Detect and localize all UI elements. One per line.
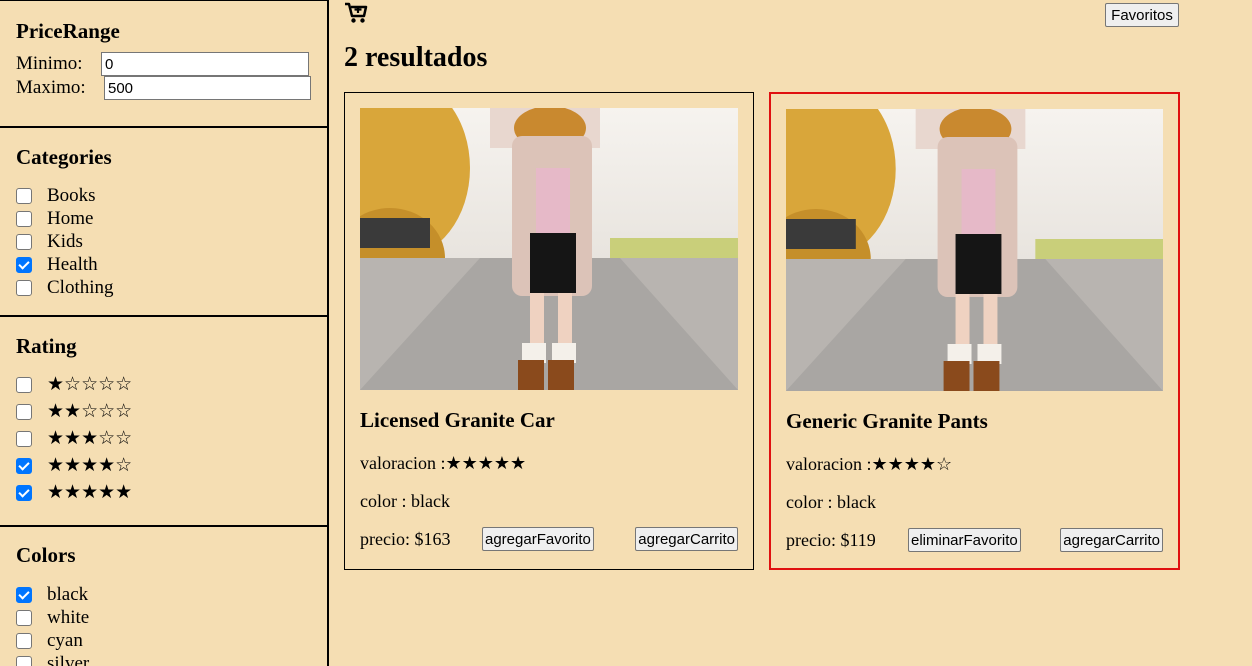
product-price: precio: $163 xyxy=(360,528,451,549)
max-price-row: Maximo: xyxy=(16,76,311,100)
product-color: color : black xyxy=(786,492,876,512)
color-item: white xyxy=(16,606,311,629)
colors-section: Colors black white cyan silver xyxy=(0,527,327,666)
rating-item: ★★★★★ xyxy=(16,479,311,506)
category-item: Health xyxy=(16,253,311,276)
category-item: Home xyxy=(16,207,311,230)
rating-stars-label: ★★☆☆☆ xyxy=(47,401,133,422)
color-item: cyan xyxy=(16,629,311,652)
color-checkbox[interactable] xyxy=(16,632,32,649)
rating-stars-label: ★☆☆☆☆ xyxy=(47,374,133,395)
min-price-label: Minimo: xyxy=(16,53,83,74)
product-card-selected: Generic Granite Pants valoracion :★★★★☆ … xyxy=(769,92,1180,570)
category-item: Books xyxy=(16,184,311,207)
categories-title: Categories xyxy=(16,145,112,169)
rating-checkbox[interactable] xyxy=(16,457,32,474)
category-checkbox[interactable] xyxy=(16,233,32,250)
colors-title: Colors xyxy=(16,543,76,567)
category-label: Clothing xyxy=(47,276,114,298)
product-card: Licensed Granite Car valoracion :★★★★★ c… xyxy=(344,92,754,570)
category-label: Books xyxy=(47,184,96,206)
product-actions: precio: $119 eliminarFavorito agregarCar… xyxy=(786,528,1163,552)
category-checkbox[interactable] xyxy=(16,187,32,204)
colors-list: black white cyan silver xyxy=(16,583,311,666)
product-actions: precio: $163 agregarFavorito agregarCarr… xyxy=(360,527,738,551)
rating-checkbox[interactable] xyxy=(16,484,32,501)
product-rating: valoracion :★★★★☆ xyxy=(786,454,953,474)
color-label: white xyxy=(47,606,90,628)
cart-plus-icon[interactable] xyxy=(344,2,368,24)
category-checkbox[interactable] xyxy=(16,256,32,273)
product-name: Licensed Granite Car xyxy=(360,408,555,432)
categories-section: Categories Books Home Kids Health Clothi… xyxy=(0,128,327,317)
max-price-input[interactable] xyxy=(104,76,311,100)
rating-item: ★☆☆☆☆ xyxy=(16,371,311,398)
product-image xyxy=(786,109,1163,391)
color-checkbox[interactable] xyxy=(16,655,32,666)
color-item: black xyxy=(16,583,311,606)
rating-item: ★★★★☆ xyxy=(16,452,311,479)
results-count: 2 resultados xyxy=(344,42,488,73)
category-label: Home xyxy=(47,207,94,229)
product-color: color : black xyxy=(360,491,450,511)
favorites-button[interactable]: Favoritos xyxy=(1105,3,1179,27)
category-item: Kids xyxy=(16,230,311,253)
remove-favorite-button[interactable]: eliminarFavorito xyxy=(908,528,1021,552)
product-price: precio: $119 xyxy=(786,529,876,550)
rating-checkbox[interactable] xyxy=(16,376,32,393)
rating-item: ★★☆☆☆ xyxy=(16,398,311,425)
add-to-cart-button[interactable]: agregarCarrito xyxy=(1060,528,1163,552)
rating-stars-label: ★★★☆☆ xyxy=(47,428,133,449)
rating-stars-label: ★★★★☆ xyxy=(47,455,133,476)
max-price-label: Maximo: xyxy=(16,77,86,98)
color-label: black xyxy=(47,583,89,605)
color-item: silver xyxy=(16,652,311,666)
min-price-input[interactable] xyxy=(101,52,309,76)
category-label: Kids xyxy=(47,230,83,252)
rating-checkbox[interactable] xyxy=(16,430,32,447)
product-rating: valoracion :★★★★★ xyxy=(360,453,527,473)
rating-list: ★☆☆☆☆ ★★☆☆☆ ★★★☆☆ ★★★★☆ ★★★★★ xyxy=(16,371,311,506)
category-checkbox[interactable] xyxy=(16,279,32,296)
color-label: cyan xyxy=(47,629,83,651)
rating-section: Rating ★☆☆☆☆ ★★☆☆☆ ★★★☆☆ ★★★★☆ ★★★★★ xyxy=(0,317,327,527)
add-to-cart-button[interactable]: agregarCarrito xyxy=(635,527,738,551)
color-checkbox[interactable] xyxy=(16,586,32,603)
rating-stars-label: ★★★★★ xyxy=(47,482,133,503)
filter-sidebar: PriceRange Minimo: Maximo: Categories Bo… xyxy=(0,0,329,666)
rating-title: Rating xyxy=(16,334,77,358)
color-label: silver xyxy=(47,652,90,666)
product-name: Generic Granite Pants xyxy=(786,409,988,433)
min-price-row: Minimo: xyxy=(16,52,311,76)
category-checkbox[interactable] xyxy=(16,210,32,227)
categories-list: Books Home Kids Health Clothing xyxy=(16,184,311,299)
color-checkbox[interactable] xyxy=(16,609,32,626)
add-favorite-button[interactable]: agregarFavorito xyxy=(482,527,594,551)
rating-checkbox[interactable] xyxy=(16,403,32,420)
main-content: Favoritos 2 resultados Licensed Granite … xyxy=(331,0,1252,666)
price-range-title: PriceRange xyxy=(16,19,120,43)
category-item: Clothing xyxy=(16,276,311,299)
category-label: Health xyxy=(47,253,98,275)
rating-item: ★★★☆☆ xyxy=(16,425,311,452)
price-range-section: PriceRange Minimo: Maximo: xyxy=(0,0,327,128)
product-image xyxy=(360,108,738,390)
